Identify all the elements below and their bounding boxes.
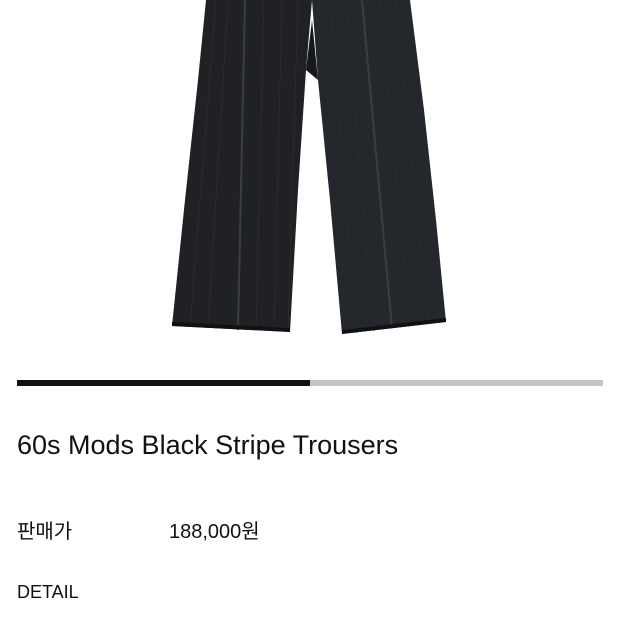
gallery-progress-bar[interactable] bbox=[17, 380, 603, 386]
gallery-progress-indicator bbox=[17, 380, 310, 386]
price-label: 판매가 bbox=[17, 521, 73, 543]
trousers-illustration bbox=[172, 0, 446, 334]
product-title: 60s Mods Black Stripe Trousers bbox=[17, 430, 399, 460]
product-image[interactable] bbox=[0, 0, 620, 360]
detail-toggle[interactable]: DETAIL bbox=[17, 580, 79, 604]
price-value: 188,000원 bbox=[169, 521, 260, 543]
trousers-right-leg bbox=[312, 0, 446, 334]
